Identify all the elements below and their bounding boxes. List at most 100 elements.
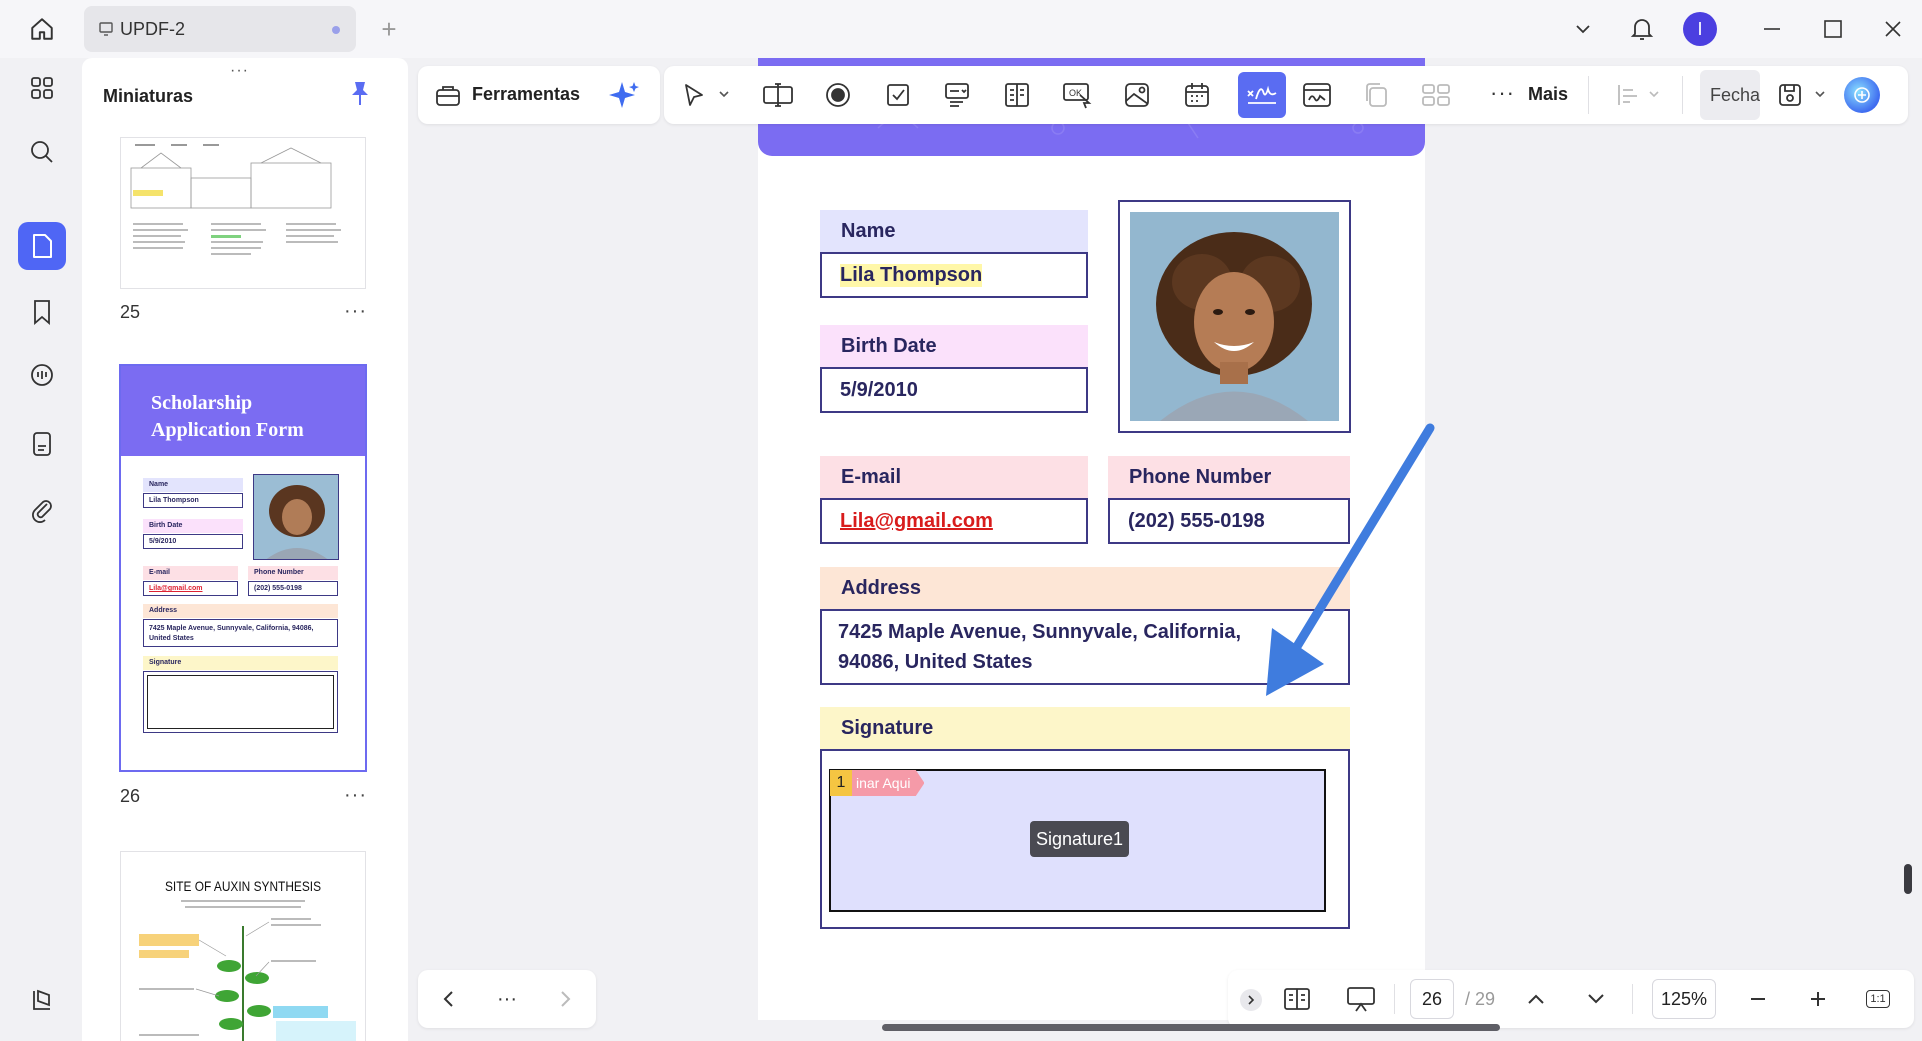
minimize-icon[interactable] [1752,12,1792,46]
email-field[interactable]: Lila@gmail.com [820,498,1088,544]
thumbnail-page-number: 26 [120,786,141,806]
sign-here-tag[interactable]: inar Aqui [852,770,925,796]
digital-signature-icon[interactable] [1297,75,1337,115]
thumb-phone-label: Phone Number [248,566,338,580]
thumbnail-page-25[interactable] [121,138,365,288]
select-dropdown-icon[interactable] [718,88,730,100]
comment-icon[interactable] [18,352,66,400]
page-nav-bar: ··· [418,970,596,1028]
close-window-icon[interactable] [1873,12,1913,46]
thumbnails-panel: ··· Miniaturas 25 ··· Scholarship Applic… [82,58,408,1041]
form-page-icon[interactable] [18,420,66,468]
search-icon[interactable] [18,128,66,176]
more-button[interactable]: Mais [1528,84,1568,105]
list-box-icon[interactable] [997,75,1037,115]
thumbnail-more-button[interactable]: ··· [344,784,367,807]
more-dots-icon[interactable]: ··· [1490,80,1515,106]
layers-icon[interactable] [18,976,66,1024]
grid-apps-icon[interactable] [18,64,66,112]
zoom-in-icon[interactable] [1800,979,1836,1019]
align-left-icon[interactable] [1608,75,1648,115]
bookmark-icon[interactable] [18,288,66,336]
thumbnails-title: Miniaturas [103,86,194,106]
next-icon[interactable] [548,979,582,1019]
align-grid-icon[interactable] [1416,75,1456,115]
actual-size-label: 1:1 [1866,990,1890,1008]
drag-handle-icon[interactable]: ··· [230,62,249,80]
maximize-icon[interactable] [1813,12,1853,46]
thumbnail-page-26[interactable]: Scholarship Application Form Name Lila T… [121,366,365,770]
thumbnail-page-27[interactable]: SITE OF AUXIN SYNTHESIS [121,852,365,1041]
thumbnail-more-button[interactable]: ··· [344,300,367,323]
ai-assistant-icon[interactable] [1844,77,1880,113]
chevron-down-icon[interactable] [1566,12,1600,46]
page-up-icon[interactable] [1518,979,1554,1019]
tools-toolbar: Ferramentas [418,66,660,124]
horizontal-scrollbar[interactable] [882,1024,1500,1031]
thumbnails-page-icon[interactable] [18,222,66,270]
zoom-bar: 26 / 29 125% 1:1 [1228,970,1914,1028]
thumb-email-label: E-mail [143,566,238,580]
signature-field-name: Signature1 [1030,821,1130,857]
user-avatar[interactable]: I [1683,12,1717,46]
close-form-button[interactable]: Fecha [1700,70,1760,120]
duplicate-field-icon[interactable] [1356,75,1396,115]
vertical-scrollbar[interactable] [1904,864,1912,894]
page-down-icon[interactable] [1578,979,1614,1019]
name-field[interactable]: Lila Thompson [820,252,1088,298]
date-field-icon[interactable] [1177,75,1217,115]
checkbox-icon[interactable] [878,75,918,115]
email-value[interactable]: Lila@gmail.com [840,510,993,533]
birth-date-field[interactable]: 5/9/2010 [820,367,1088,413]
editing-toolbar: OK ··· Mais Fecha [664,66,1908,124]
presentation-icon[interactable] [1340,979,1382,1019]
page-layout-icon[interactable] [1276,979,1318,1019]
page-number-input[interactable]: 26 [1410,979,1454,1019]
add-tab-button[interactable]: + [372,12,406,46]
actual-size-button[interactable]: 1:1 [1860,979,1896,1019]
toolbar-divider [1682,76,1683,114]
thumb-photo [253,474,339,560]
previous-icon[interactable] [432,979,466,1019]
thumb27-title: SITE OF AUXIN SYNTHESIS [164,878,322,894]
thumb-address-label: Address [143,604,338,618]
save-dropdown-icon[interactable] [1814,88,1826,100]
tools-button[interactable]: Ferramentas [472,84,580,105]
more-pages-button[interactable]: ··· [490,979,524,1019]
profile-photo-frame [1118,200,1351,433]
page-total: / 29 [1464,988,1496,1009]
bell-icon[interactable] [1624,10,1660,48]
thumbnail-title-line1: Scholarship [151,392,253,414]
combo-box-icon[interactable] [937,75,977,115]
address-line2: 94086, United States [838,651,1033,673]
zoom-divider [1394,984,1395,1014]
ai-sparkle-icon[interactable] [608,80,640,112]
document-tab[interactable]: UPDF-2 [84,6,356,52]
align-dropdown-icon[interactable] [1648,88,1660,100]
thumb-signature-box [143,671,338,733]
radio-button-icon[interactable] [818,75,858,115]
save-icon[interactable] [1770,75,1810,115]
text-field-icon[interactable] [758,75,798,115]
toolbox-icon [434,81,462,109]
thumb-name-value: Lila Thompson [143,493,243,508]
unsaved-dot [332,26,340,34]
image-field-icon[interactable] [1117,75,1157,115]
select-cursor-icon[interactable] [674,75,714,115]
signature-form-field[interactable]: 1 inar Aqui Signature1 [829,769,1326,912]
thumb-signature-label: Signature [143,656,338,670]
attachment-icon[interactable] [18,486,66,534]
zoom-divider [1632,984,1633,1014]
pin-icon[interactable] [348,80,372,108]
zoom-level-input[interactable]: 125% [1652,979,1716,1019]
name-label: Name [820,210,1088,252]
birth-date-label: Birth Date [820,325,1088,367]
home-icon[interactable] [22,11,62,47]
svg-text:OK: OK [1069,88,1082,98]
zoom-out-icon[interactable] [1740,979,1776,1019]
collapse-bar-icon[interactable] [1240,989,1262,1011]
signature-field-icon[interactable] [1238,72,1286,118]
thumbnail-page-number: 25 [120,302,141,322]
button-field-icon[interactable]: OK [1057,75,1097,115]
thumb-birth-label: Birth Date [143,519,243,533]
